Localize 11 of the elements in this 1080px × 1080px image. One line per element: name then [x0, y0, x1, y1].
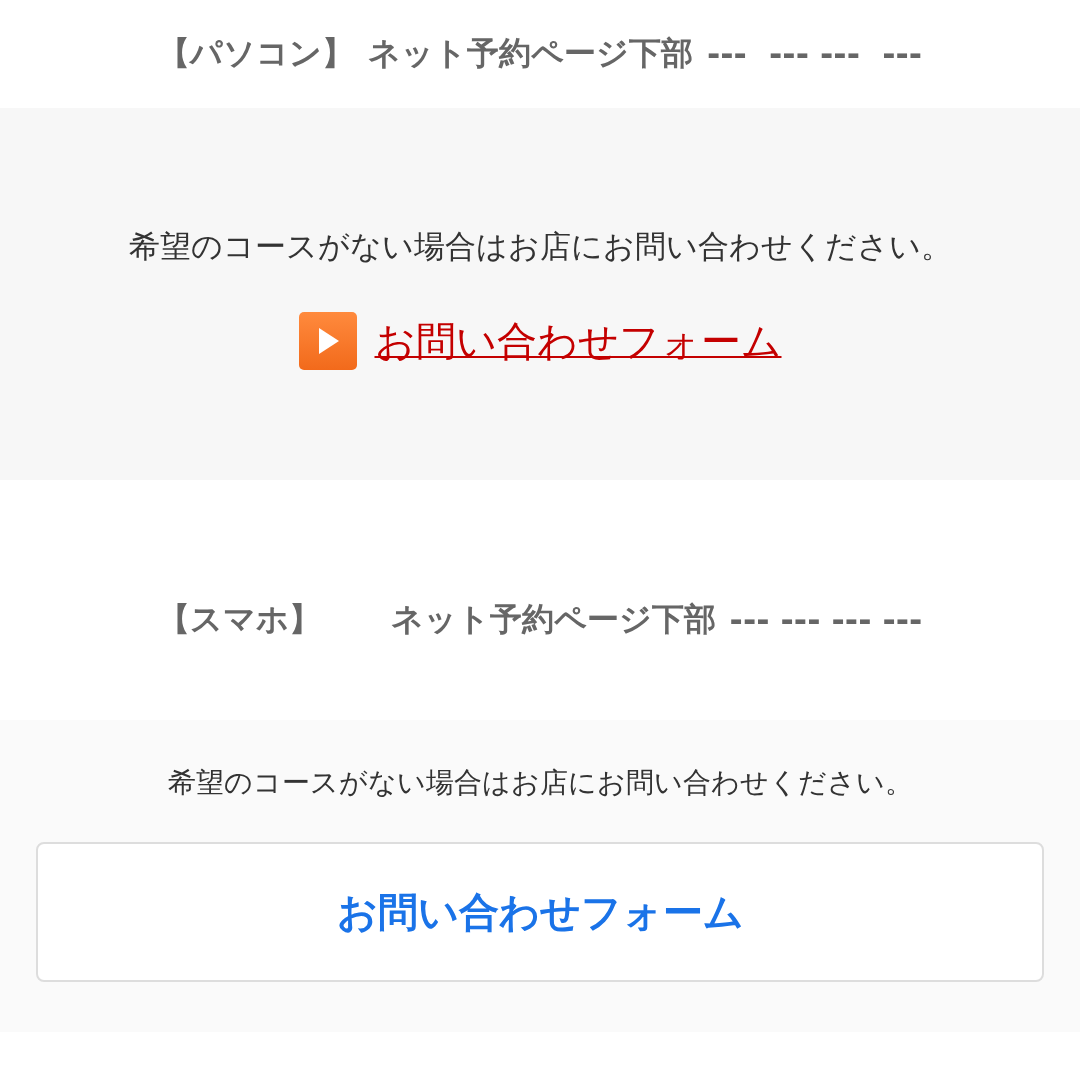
play-icon — [298, 312, 357, 370]
dash-line: --- --- --- --- — [729, 601, 923, 639]
section-tag: 【スマホ】 — [157, 598, 321, 642]
contact-form-button[interactable]: お問い合わせフォーム — [36, 842, 1044, 982]
section-title: ネット予約ページ下部 — [390, 599, 716, 640]
contact-form-link[interactable]: お問い合わせフォーム — [374, 313, 782, 369]
section-tag: 【パソコン】 — [157, 32, 354, 76]
section-title: ネット予約ページ下部 — [367, 33, 693, 74]
dash-line: --- --- --- --- — [706, 35, 923, 73]
notice-text: 希望のコースがない場合はお店にお問い合わせください。 — [128, 227, 952, 266]
notice-text: 希望のコースがない場合はお店にお問い合わせください。 — [167, 765, 913, 801]
